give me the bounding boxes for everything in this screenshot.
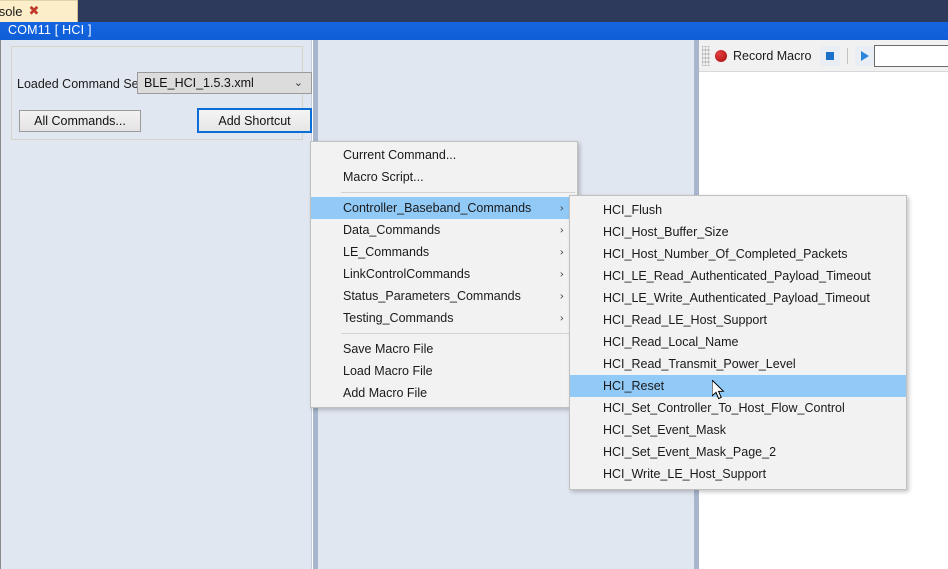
submenu-item-hci-read-le-host-support[interactable]: HCI_Read_LE_Host_Support [570, 309, 906, 331]
menu-item-label: LinkControlCommands [343, 267, 471, 281]
menu-item-macro-script[interactable]: Macro Script... [311, 166, 577, 188]
command-set-groupbox: Loaded Command Set BLE_HCI_1.5.3.xml ⌄ A… [11, 46, 312, 140]
submenu-item-hci-write-le-host-support[interactable]: HCI_Write_LE_Host_Support [570, 463, 906, 485]
submenu-item-label: HCI_LE_Read_Authenticated_Payload_Timeou… [603, 269, 871, 283]
menu-item-label: Load Macro File [343, 364, 433, 378]
menu-item-testing-commands[interactable]: Testing_Commands › [311, 307, 577, 329]
submenu-item-hci-read-transmit-power-level[interactable]: HCI_Read_Transmit_Power_Level [570, 353, 906, 375]
submenu-item-label: HCI_Reset [603, 379, 665, 393]
submenu-item-hci-reset[interactable]: HCI_Reset [570, 375, 906, 397]
submenu-item-label: HCI_Host_Buffer_Size [603, 225, 729, 239]
page-title: COM11 [ HCI ] [8, 23, 92, 37]
menu-item-label: Current Command... [343, 148, 457, 162]
submenu-item-hci-host-buffer-size[interactable]: HCI_Host_Buffer_Size [570, 221, 906, 243]
submenu-item-label: HCI_Set_Event_Mask [603, 423, 726, 437]
add-shortcut-button[interactable]: Add Shortcut [197, 108, 312, 133]
context-menu: Current Command... Macro Script... Control… [310, 141, 578, 408]
play-macro-button[interactable] [854, 45, 875, 66]
loaded-command-set-dropdown[interactable]: BLE_HCI_1.5.3.xml ⌄ [137, 72, 312, 94]
submenu-item-label: HCI_Set_Event_Mask_Page_2 [603, 445, 777, 459]
loaded-command-set-value: BLE_HCI_1.5.3.xml [144, 76, 254, 90]
tab-strip: d Console ✖ [0, 0, 948, 22]
tab-command-console[interactable]: d Console ✖ [0, 0, 78, 22]
tab-label: d Console [0, 4, 23, 19]
menu-separator [341, 192, 575, 193]
submenu-item-hci-set-event-mask[interactable]: HCI_Set_Event_Mask [570, 419, 906, 441]
menu-item-save-macro-file[interactable]: Save Macro File [311, 338, 577, 360]
submenu-item-label: HCI_Host_Number_Of_Completed_Packets [603, 247, 848, 261]
workspace: Loaded Command Set BLE_HCI_1.5.3.xml ⌄ A… [0, 40, 948, 569]
macro-toolbar: Record Macro [699, 40, 948, 72]
menu-item-load-macro-file[interactable]: Load Macro File [311, 360, 577, 382]
all-commands-button[interactable]: All Commands... [19, 110, 141, 132]
chevron-right-icon: › [559, 267, 564, 281]
menu-separator [341, 333, 575, 334]
left-panel: Loaded Command Set BLE_HCI_1.5.3.xml ⌄ A… [0, 40, 312, 569]
submenu-item-label: HCI_Read_LE_Host_Support [603, 313, 767, 327]
loaded-command-set-label: Loaded Command Set [17, 77, 143, 91]
submenu-item-label: HCI_Read_Transmit_Power_Level [603, 357, 796, 371]
close-icon[interactable]: ✖ [29, 5, 40, 18]
menu-item-label: Data_Commands [343, 223, 441, 237]
stop-macro-button[interactable] [819, 45, 840, 66]
submenu-item-hci-set-controller-to-host-flow-control[interactable]: HCI_Set_Controller_To_Host_Flow_Control [570, 397, 906, 419]
menu-item-controller-baseband-commands[interactable]: Controller_Baseband_Commands › [311, 197, 577, 219]
menu-item-label: Testing_Commands [343, 311, 454, 325]
menu-item-label: Add Macro File [343, 386, 428, 400]
chevron-down-icon: ⌄ [293, 76, 303, 89]
submenu-controller-baseband-commands: HCI_Flush HCI_Host_Buffer_Size HCI_Host_Nu… [569, 195, 907, 490]
submenu-item-label: HCI_Read_Local_Name [603, 335, 739, 349]
menu-item-label: Status_Parameters_Commands [343, 289, 521, 303]
menu-item-linkcontrolcommands[interactable]: LinkControlCommands › [311, 263, 577, 285]
menu-item-label: Controller_Baseband_Commands [343, 201, 532, 215]
macro-name-input[interactable] [874, 45, 948, 67]
menu-item-label: Save Macro File [343, 342, 434, 356]
chevron-right-icon: › [559, 311, 564, 325]
submenu-item-label: HCI_Flush [603, 203, 663, 217]
menu-item-le-commands[interactable]: LE_Commands › [311, 241, 577, 263]
menu-item-status-parameters-commands[interactable]: Status_Parameters_Commands › [311, 285, 577, 307]
chevron-right-icon: › [559, 289, 564, 303]
submenu-item-hci-le-read-authenticated-payload-timeout[interactable]: HCI_LE_Read_Authenticated_Payload_Timeou… [570, 265, 906, 287]
chevron-right-icon: › [559, 201, 564, 215]
submenu-item-hci-flush[interactable]: HCI_Flush [570, 199, 906, 221]
menu-item-add-macro-file[interactable]: Add Macro File [311, 382, 577, 404]
chevron-right-icon: › [559, 245, 564, 259]
record-macro-label[interactable]: Record Macro [733, 49, 812, 63]
window-title-bar: COM11 [ HCI ] [0, 22, 948, 40]
menu-item-data-commands[interactable]: Data_Commands › [311, 219, 577, 241]
menu-item-label: Macro Script... [343, 170, 424, 184]
menu-item-current-command[interactable]: Current Command... [311, 144, 577, 166]
toolbar-separator [846, 47, 848, 64]
toolbar-grip[interactable] [702, 45, 710, 66]
submenu-item-hci-le-write-authenticated-payload-timeout[interactable]: HCI_LE_Write_Authenticated_Payload_Timeo… [570, 287, 906, 309]
submenu-item-label: HCI_LE_Write_Authenticated_Payload_Timeo… [603, 291, 870, 305]
submenu-item-label: HCI_Write_LE_Host_Support [603, 467, 767, 481]
submenu-item-hci-host-number-of-completed-packets[interactable]: HCI_Host_Number_Of_Completed_Packets [570, 243, 906, 265]
stop-icon [825, 51, 834, 60]
submenu-item-hci-read-local-name[interactable]: HCI_Read_Local_Name [570, 331, 906, 353]
record-icon[interactable] [715, 49, 727, 62]
play-icon [860, 50, 869, 61]
chevron-right-icon: › [559, 223, 564, 237]
submenu-item-hci-set-event-mask-page-2[interactable]: HCI_Set_Event_Mask_Page_2 [570, 441, 906, 463]
menu-item-label: LE_Commands [343, 245, 430, 259]
submenu-item-label: HCI_Set_Controller_To_Host_Flow_Control [603, 401, 845, 415]
